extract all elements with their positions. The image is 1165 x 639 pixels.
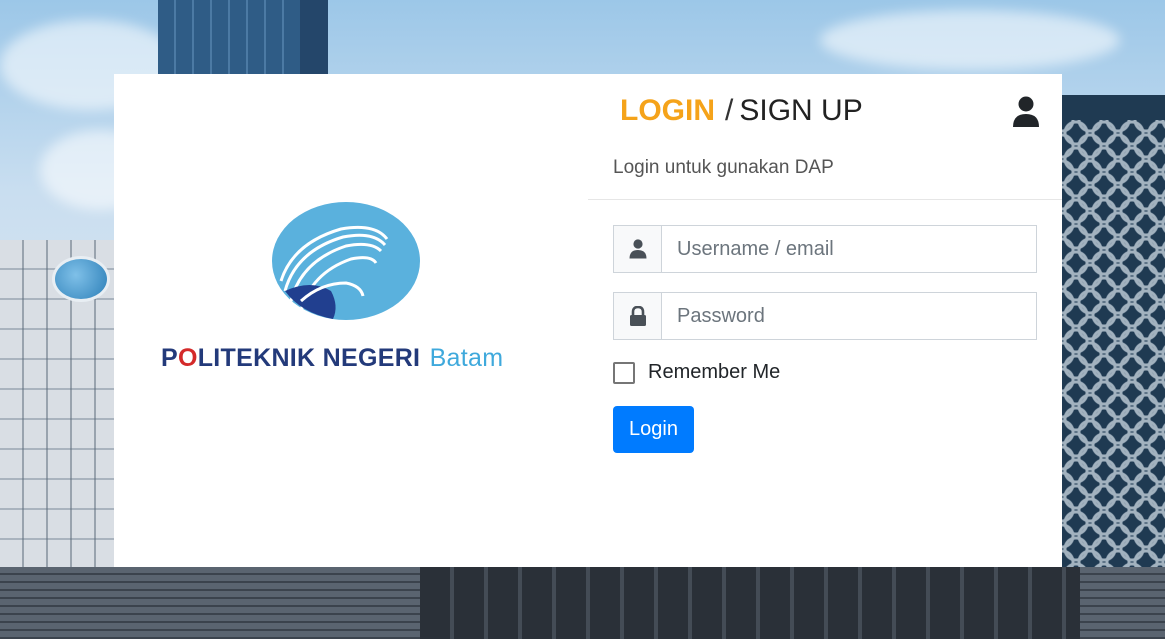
auth-tabs: LOGIN / SIGN UP (620, 94, 863, 128)
account-user-icon[interactable] (1012, 96, 1040, 128)
brand-panel: POLITEKNIK NEGERI Batam (114, 74, 588, 567)
polibatam-logo-icon (272, 202, 420, 320)
tab-login[interactable]: LOGIN (620, 94, 715, 127)
login-card: POLITEKNIK NEGERI Batam LOGIN / SIGN UP Lo… (114, 74, 1062, 567)
password-field (613, 292, 1037, 340)
tab-signup[interactable]: SIGN UP (739, 94, 862, 127)
brand-city: Batam (429, 344, 504, 372)
remember-me[interactable]: Remember Me (613, 361, 780, 384)
username-addon (614, 226, 662, 272)
login-button[interactable]: Login (613, 406, 694, 453)
remember-me-label: Remember Me (648, 361, 781, 383)
brand-wordmark: POLITEKNIK NEGERI Batam (161, 344, 503, 373)
username-input[interactable] (662, 226, 1036, 272)
tab-separator: / (725, 94, 734, 127)
password-addon (614, 293, 662, 339)
password-input[interactable] (662, 293, 1036, 339)
login-subtitle: Login untuk gunakan DAP (613, 157, 834, 178)
divider (588, 199, 1062, 200)
lock-icon (629, 305, 646, 326)
username-field (613, 225, 1037, 273)
remember-me-checkbox[interactable] (613, 361, 635, 384)
login-panel: LOGIN /SIGN UP Login untuk gunakan DAP (588, 74, 1062, 567)
brand-letter-p: P (161, 344, 178, 372)
brand-name-rest: LITEKNIK NEGERI (197, 344, 421, 372)
brand-letter-o: O (177, 344, 198, 372)
user-icon (629, 239, 646, 259)
